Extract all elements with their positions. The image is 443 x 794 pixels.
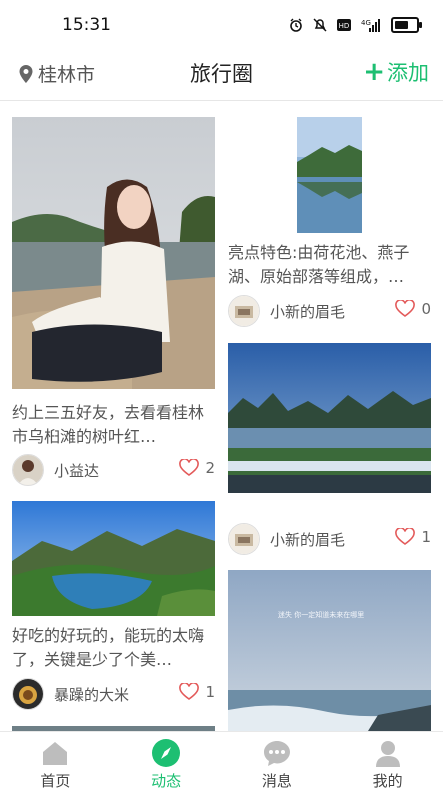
post-image[interactable]	[12, 117, 215, 389]
post-image[interactable]	[12, 501, 215, 616]
tab-profile[interactable]: 我的	[332, 732, 443, 794]
post-card[interactable]: 亮点特色:由荷花池、燕子湖、原始部落等组成，… 小新的眉毛 0	[228, 117, 431, 327]
heart-icon	[395, 528, 416, 545]
bottom-tab-bar: 首页 动态 消息 我的	[0, 731, 443, 794]
mute-icon	[313, 18, 327, 32]
post-text: 好吃的好玩的，能玩的太嗨了，关键是少了个美…	[12, 626, 205, 669]
status-icons: HD 4G	[289, 17, 422, 33]
post-card[interactable]: 小新的眉毛 1	[228, 343, 431, 555]
post-author[interactable]: 小益达	[12, 454, 99, 486]
tab-label: 我的	[372, 772, 403, 790]
signal-label: 4G	[361, 19, 371, 27]
hd-icon: HD	[337, 19, 351, 31]
post-author[interactable]: 小新的眉毛	[228, 295, 345, 327]
plus-icon: +	[363, 57, 385, 87]
post-text: 约上三五好友，去看看桂林市乌桕滩的树叶红…	[12, 403, 205, 446]
app-header: 桂林市 旅行圈 + 添加	[0, 46, 443, 101]
post-image[interactable]	[297, 117, 362, 233]
profile-icon	[375, 741, 400, 767]
like-count: 1	[421, 528, 431, 546]
status-time: 15:31	[62, 15, 111, 35]
avatar[interactable]	[228, 295, 260, 327]
hd-label: HD	[339, 22, 350, 30]
tab-label: 消息	[261, 772, 292, 790]
post-card[interactable]: 约上三五好友，去看看桂林市乌桕滩的树叶红… 小益达 2	[12, 117, 215, 489]
like-count: 0	[421, 300, 431, 318]
heart-icon	[179, 459, 200, 476]
post-card[interactable]: 好吃的好玩的，能玩的太嗨了，关键是少了个美… 暴躁的大米 1	[12, 501, 215, 716]
post-text: 亮点特色:由荷花池、燕子湖、原始部落等组成，…	[228, 243, 410, 286]
home-icon	[43, 742, 68, 765]
post-image[interactable]	[228, 570, 431, 731]
tab-moments[interactable]: 动态	[111, 732, 222, 794]
author-name: 小新的眉毛	[270, 530, 346, 549]
chat-icon	[263, 741, 290, 766]
battery-icon	[391, 17, 422, 33]
post-author[interactable]: 暴躁的大米	[12, 678, 129, 710]
compass-icon	[152, 739, 181, 767]
post-card[interactable]: 迷失 你一定知道未来在哪里	[228, 570, 431, 731]
avatar[interactable]	[12, 678, 44, 710]
tab-home[interactable]: 首页	[0, 732, 111, 794]
alarm-icon	[290, 18, 302, 32]
like-button[interactable]: 1	[395, 528, 431, 546]
avatar[interactable]	[228, 523, 260, 555]
battery-fill	[395, 21, 408, 29]
like-button[interactable]: 1	[179, 683, 215, 701]
author-name: 暴躁的大米	[54, 685, 130, 704]
add-label: 添加	[387, 61, 429, 85]
like-button[interactable]: 2	[179, 459, 215, 477]
post-image[interactable]	[228, 343, 431, 493]
tab-label: 首页	[40, 772, 71, 790]
tab-messages[interactable]: 消息	[222, 732, 333, 794]
image-overlay-text: 迷失 你一定知道未来在哪里	[278, 611, 365, 619]
tab-label: 动态	[151, 772, 182, 790]
like-count: 1	[205, 683, 215, 701]
like-button[interactable]: 0	[395, 300, 431, 318]
author-name: 小益达	[54, 461, 100, 480]
post-author[interactable]: 小新的眉毛	[228, 523, 345, 555]
heart-icon	[395, 300, 416, 317]
like-count: 2	[205, 459, 215, 477]
author-name: 小新的眉毛	[270, 302, 346, 321]
avatar[interactable]	[12, 454, 44, 486]
heart-icon	[179, 683, 200, 700]
status-bar: 15:31 HD 4G	[0, 0, 443, 46]
add-button[interactable]: + 添加	[363, 57, 429, 87]
feed: 约上三五好友，去看看桂林市乌桕滩的树叶红… 小益达 2 好吃的好玩的，能玩的太嗨…	[0, 101, 443, 731]
signal-icon: 4G	[361, 19, 380, 32]
